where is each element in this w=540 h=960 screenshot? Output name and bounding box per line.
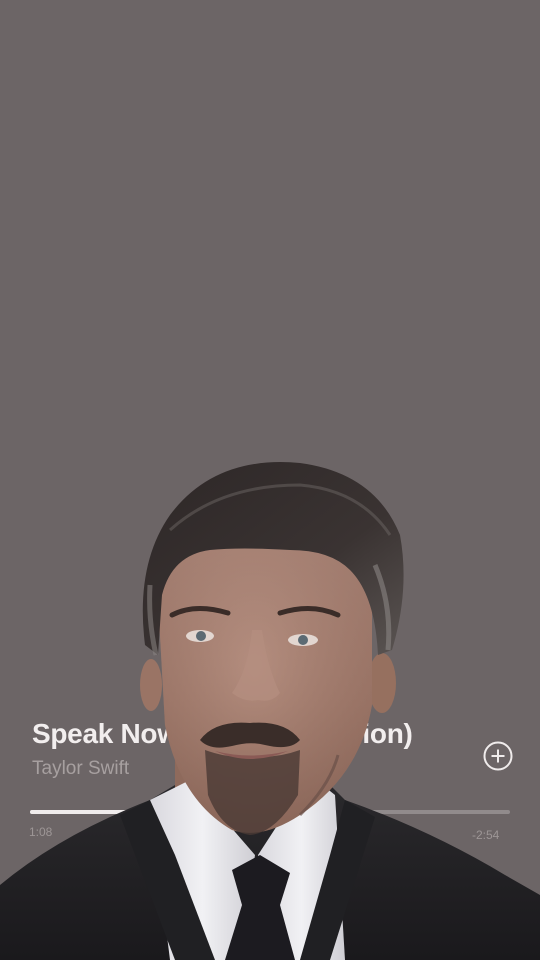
player-screen: Speak Now (Taylor's Version) Taylor Swif… [0, 0, 540, 960]
portrait-image [0, 462, 540, 960]
